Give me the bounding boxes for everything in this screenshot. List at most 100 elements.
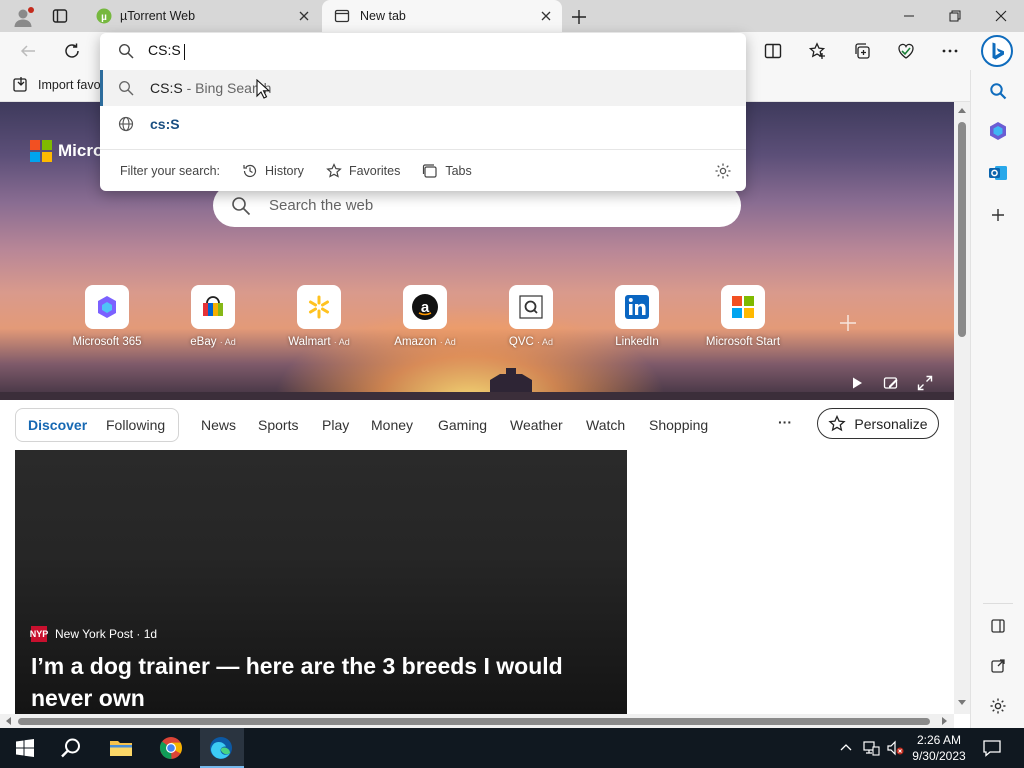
microsoft-logo-icon	[30, 140, 52, 162]
quick-link-label: LinkedIn	[615, 336, 659, 348]
tab-weather[interactable]: Weather	[510, 417, 563, 433]
sidebar-divider	[983, 603, 1013, 604]
back-arrow-icon[interactable]	[18, 41, 38, 61]
chrome-icon[interactable]	[158, 736, 184, 760]
address-bar-query: CS:S	[148, 42, 181, 59]
ebay-icon	[203, 296, 223, 316]
copilot-apps-icon[interactable]	[987, 120, 1009, 142]
favorites-star-icon[interactable]	[808, 41, 828, 61]
pier-silhouette-image	[0, 368, 954, 400]
tab-play[interactable]: Play	[322, 417, 349, 433]
tab-gaming[interactable]: Gaming	[438, 417, 487, 433]
page-settings-edit-icon[interactable]	[882, 374, 900, 392]
quick-link-label: QVC	[508, 336, 534, 348]
tab-shopping[interactable]: Shopping	[649, 417, 708, 433]
article-title[interactable]: I’m a dog trainer — here are the 3 breed…	[31, 650, 611, 714]
more-feed-options[interactable]: ···	[778, 414, 792, 430]
new-tab-plus-icon[interactable]	[570, 8, 588, 26]
quick-link-label: Microsoft Start	[705, 336, 781, 348]
quick-link-microsoft-start[interactable]: Microsoft Start	[698, 285, 788, 348]
tab-following[interactable]: Following	[106, 417, 165, 433]
import-favorites-button[interactable]: Import favo	[12, 76, 101, 94]
filter-history[interactable]: History	[242, 163, 304, 179]
windows-start-icon[interactable]	[12, 736, 38, 760]
suggestion-item[interactable]: CS:S - Bing Search	[100, 70, 746, 106]
more-options-icon[interactable]	[940, 41, 960, 61]
play-background-icon[interactable]	[848, 374, 866, 392]
search-filter-row: Filter your search: History Favorites Ta…	[100, 149, 746, 191]
suggestion-main-text: cs:S	[150, 116, 180, 132]
search-placeholder: Search the web	[269, 197, 374, 214]
suggestion-item[interactable]: cs:S	[100, 106, 746, 142]
sidebar-settings-icon[interactable]	[987, 695, 1009, 717]
tab-discover[interactable]: Discover	[28, 417, 87, 433]
search-settings-gear-icon[interactable]	[714, 162, 732, 180]
close-window-button[interactable]	[978, 0, 1024, 32]
quick-link-microsoft-365[interactable]: Microsoft 365	[62, 285, 152, 348]
quick-link-qvc[interactable]: QVC · Ad	[486, 285, 576, 348]
profile-avatar-icon[interactable]	[12, 6, 34, 28]
globe-icon	[118, 116, 134, 132]
open-external-icon[interactable]	[987, 655, 1009, 677]
system-clock[interactable]: 2:26 AM 9/30/2023	[906, 732, 972, 764]
new-tab-page: Micro Search the web Microsoft 365 eBay …	[0, 102, 954, 714]
close-tab-icon[interactable]	[296, 8, 312, 24]
horizontal-scrollbar[interactable]	[0, 714, 954, 728]
feed-navigation: Discover Following News Sports Play Mone…	[0, 400, 954, 448]
close-tab-icon[interactable]	[538, 8, 554, 24]
browser-essentials-icon[interactable]	[896, 41, 916, 61]
linkedin-icon	[625, 295, 649, 319]
hide-sidebar-icon[interactable]	[987, 615, 1009, 637]
filter-favorites[interactable]: Favorites	[326, 162, 400, 179]
search-icon[interactable]	[58, 736, 84, 760]
clock-time: 2:26 AM	[916, 733, 962, 747]
article-card[interactable]: NYP New York Post · 1d I’m a dog trainer…	[15, 450, 627, 714]
tab-new-tab[interactable]: New tab	[322, 0, 562, 32]
search-icon	[119, 81, 134, 96]
collections-icon[interactable]	[852, 41, 872, 61]
split-screen-icon[interactable]	[763, 41, 783, 61]
expand-icon[interactable]	[916, 374, 934, 392]
import-favorites-label: Import favo	[38, 78, 101, 92]
quick-link-amazon[interactable]: a Amazon · Ad	[380, 285, 470, 348]
refresh-icon[interactable]	[62, 41, 82, 61]
search-icon[interactable]	[987, 80, 1009, 102]
search-icon	[232, 196, 251, 215]
bing-copilot-icon[interactable]	[980, 34, 1014, 68]
volume-muted-icon[interactable]	[886, 739, 904, 757]
quick-link-linkedin[interactable]: LinkedIn	[592, 285, 682, 348]
personalize-button[interactable]: Personalize	[817, 408, 939, 439]
import-icon	[13, 77, 27, 92]
tab-watch[interactable]: Watch	[586, 417, 625, 433]
scroll-left-arrow-icon	[6, 717, 11, 725]
ad-badge: · Ad	[439, 337, 456, 347]
add-quick-link-icon[interactable]	[838, 313, 858, 333]
minimize-button[interactable]	[886, 0, 932, 32]
notifications-icon[interactable]	[982, 738, 1002, 758]
show-hidden-icons-chevron-icon[interactable]	[838, 740, 854, 756]
edge-browser-icon[interactable]	[208, 736, 234, 760]
clock-date: 9/30/2023	[912, 749, 966, 763]
quick-link-label: Walmart	[288, 336, 331, 348]
new-york-post-logo-icon: NYP	[30, 626, 48, 642]
tab-money[interactable]: Money	[371, 417, 413, 433]
vertical-scrollbar[interactable]	[954, 102, 970, 714]
microsoft-logo: Micro	[30, 140, 103, 162]
quick-link-walmart[interactable]: Walmart · Ad	[274, 285, 364, 348]
outlook-icon[interactable]	[987, 162, 1009, 184]
add-sidebar-app-icon[interactable]	[987, 204, 1009, 226]
file-explorer-icon[interactable]	[108, 736, 134, 760]
filter-tabs[interactable]: Tabs	[422, 163, 472, 179]
network-icon[interactable]	[862, 739, 880, 757]
tab-news[interactable]: News	[201, 417, 236, 433]
sparkle-star-icon	[828, 414, 847, 431]
tab-utorrent[interactable]: µ µTorrent Web	[84, 0, 320, 32]
quick-link-ebay[interactable]: eBay · Ad	[168, 285, 258, 348]
tab-actions-icon[interactable]	[52, 8, 68, 24]
tab-sports[interactable]: Sports	[258, 417, 298, 433]
vertical-scroll-thumb[interactable]	[958, 122, 966, 337]
address-bar-input[interactable]: CS:S	[100, 33, 746, 69]
suggestion-main-text: CS:S	[150, 80, 183, 96]
horizontal-scroll-thumb[interactable]	[18, 718, 930, 725]
restore-button[interactable]	[932, 0, 978, 32]
